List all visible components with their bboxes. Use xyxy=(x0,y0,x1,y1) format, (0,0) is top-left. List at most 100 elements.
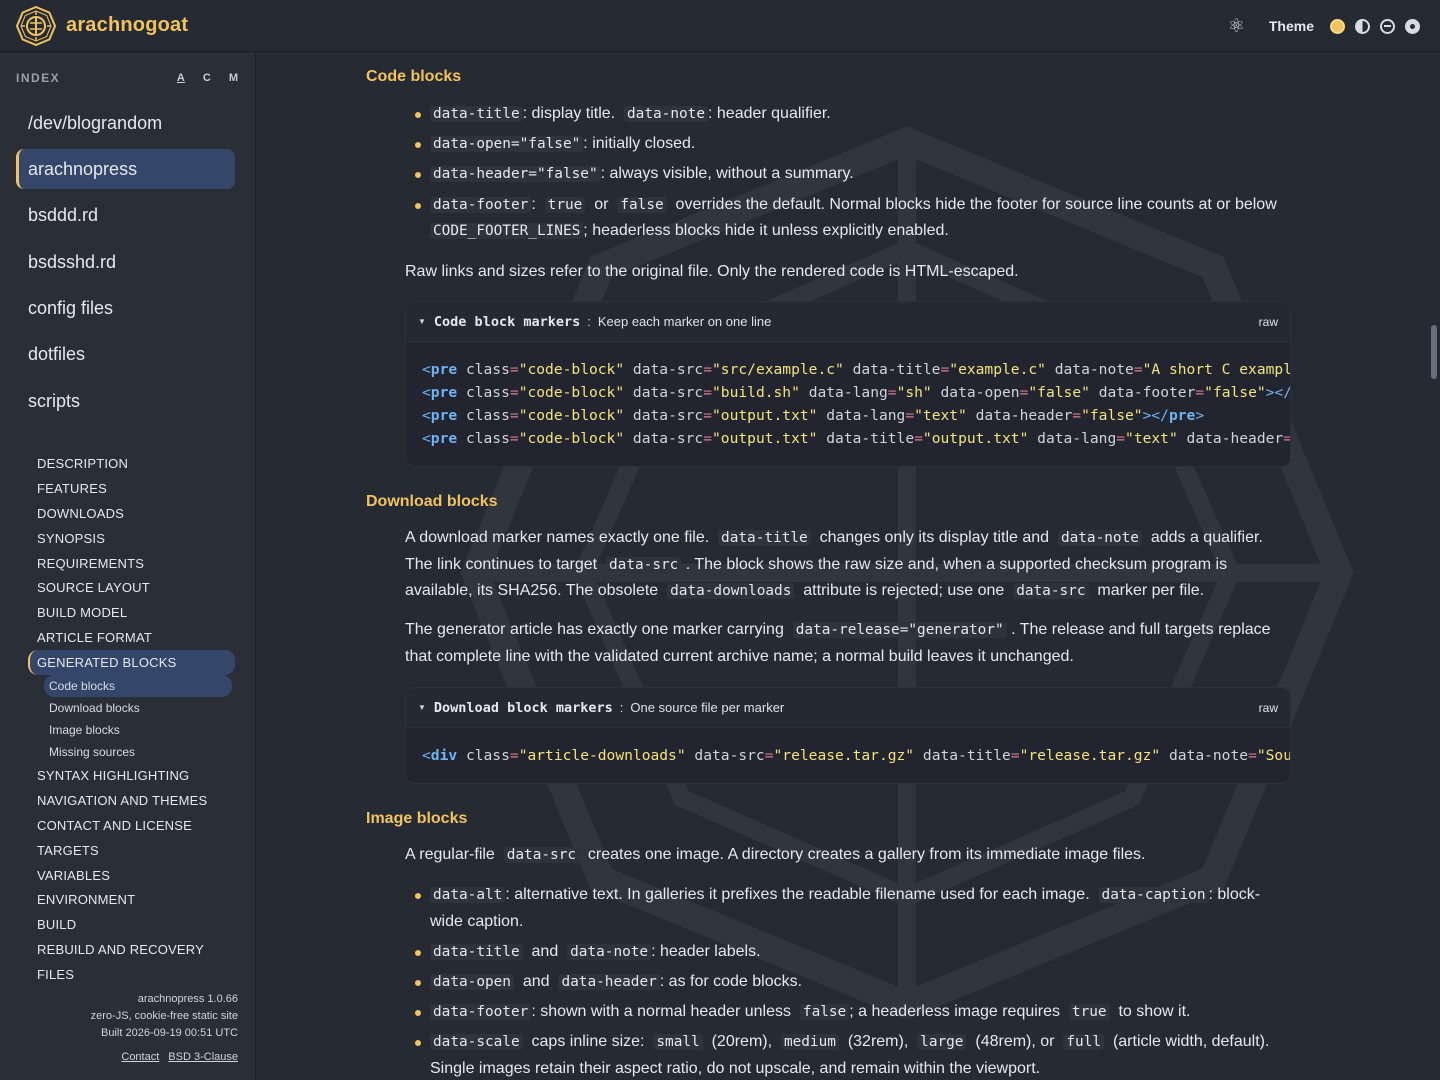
inline-code: small xyxy=(653,1034,703,1051)
footer-links: Contact BSD 3-Clause xyxy=(91,1049,238,1066)
toc-item[interactable]: VARIABLES xyxy=(28,863,235,888)
list-text: ; headerless blocks hide it unless expli… xyxy=(583,222,949,240)
sort-options: A C M xyxy=(177,72,238,84)
toc-item[interactable]: BUILD xyxy=(28,912,235,937)
toc-item[interactable]: ARTICLE FORMAT xyxy=(28,625,235,650)
list-text: : always visible, without a summary. xyxy=(600,165,854,183)
article-link-active[interactable]: arachnopress xyxy=(16,149,235,190)
toc-subsections: Code blocks Download blocks Image blocks… xyxy=(28,675,235,763)
download-blocks-paragraph-2: The generator article has exactly one ma… xyxy=(405,617,1291,670)
sort-created[interactable]: C xyxy=(203,72,211,84)
list-text: ; a headerless image requires xyxy=(849,1003,1061,1021)
collapse-triangle-icon[interactable]: ▼ xyxy=(418,317,426,326)
list-text: : xyxy=(531,195,536,213)
toc-subitem[interactable]: Image blocks xyxy=(44,719,235,741)
theme-gold-icon[interactable] xyxy=(1330,18,1345,34)
code-line: <pre class="code-block" data-src="output… xyxy=(422,407,1205,424)
list-text: (20rem), xyxy=(711,1033,773,1051)
list-text: Single images retain their aspect ratio,… xyxy=(430,1059,1041,1077)
text: attribute is rejected; use one xyxy=(803,582,1005,599)
sort-alpha[interactable]: A xyxy=(177,72,185,84)
raw-link[interactable]: raw xyxy=(1259,315,1278,329)
theme-contrast-icon[interactable] xyxy=(1355,18,1370,34)
arachnogoat-logo-icon[interactable] xyxy=(16,5,56,46)
text: . The block shows the raw size and, when… xyxy=(685,555,1228,573)
code-box-header[interactable]: ▼ Download block markers : One source fi… xyxy=(406,688,1290,728)
inline-code: data-scale xyxy=(430,1034,523,1051)
inline-code: data-footer xyxy=(430,196,532,213)
vertical-scrollbar[interactable] xyxy=(1426,53,1440,1080)
inline-code: data-note xyxy=(624,106,708,122)
inline-code: data-release="generator" xyxy=(792,622,1007,638)
text: creates one image. A directory creates a… xyxy=(587,846,1146,863)
article-link[interactable]: dotfiles xyxy=(16,335,235,375)
toc-item[interactable]: TARGETS xyxy=(28,838,235,863)
article-link[interactable]: config files xyxy=(16,289,235,329)
toc-item[interactable]: DOWNLOADS xyxy=(28,501,235,526)
article-link[interactable]: scripts xyxy=(16,381,235,421)
inline-code: data-downloads xyxy=(667,583,795,599)
toc-item[interactable]: BUILD MODEL xyxy=(28,600,235,625)
toc-item[interactable]: FILES xyxy=(28,962,235,987)
list-text: : shown with a normal header unless xyxy=(531,1003,792,1021)
section-heading-download-blocks: Download blocks xyxy=(366,493,498,510)
article-link[interactable]: bsddd.rd xyxy=(16,196,235,236)
scrollbar-thumb[interactable] xyxy=(1431,325,1437,379)
article-link[interactable]: /dev/blograndom xyxy=(16,103,235,143)
code-box-note: One source file per marker xyxy=(630,700,785,715)
text: marker per file. xyxy=(1097,582,1205,599)
license-link[interactable]: BSD 3-Clause xyxy=(168,1049,238,1066)
inline-code: data-src xyxy=(1013,583,1089,599)
list-text: : display title. xyxy=(522,105,616,122)
text: changes only its display title and xyxy=(819,529,1050,546)
article-link[interactable]: bsdsshd.rd xyxy=(16,242,235,282)
toc-subitem[interactable]: Download blocks xyxy=(44,697,235,719)
inline-code: large xyxy=(917,1034,967,1051)
atom-icon[interactable]: ⚛ xyxy=(1228,15,1245,38)
toc-subitem[interactable]: Missing sources xyxy=(44,741,235,763)
inline-code: data-open xyxy=(430,973,514,990)
inline-code: data-title xyxy=(430,943,523,960)
code-line: <pre class="code-block" data-src="build.… xyxy=(422,384,1290,401)
toc-item[interactable]: CONTACT AND LICENSE xyxy=(28,813,235,838)
inline-code: data-note xyxy=(1057,530,1142,546)
raw-link[interactable]: raw xyxy=(1259,701,1278,715)
text: that complete line with the validated cu… xyxy=(405,647,1074,665)
inline-code: data-header="false" xyxy=(430,166,601,183)
code-box-header[interactable]: ▼ Code block markers : Keep each marker … xyxy=(406,302,1290,342)
code-block-markers-box: ▼ Code block markers : Keep each marker … xyxy=(405,301,1291,467)
code-box-separator: : xyxy=(619,700,624,715)
article-list: /dev/blograndom arachnopress bsddd.rd bs… xyxy=(16,103,235,428)
list-item: data-alt: alternative text. In galleries… xyxy=(405,882,1330,935)
toc-item[interactable]: SYNOPSIS xyxy=(28,526,235,551)
theme-mask-icon[interactable] xyxy=(1380,18,1395,34)
toc-item[interactable]: SOURCE LAYOUT xyxy=(28,575,235,600)
toc-item[interactable]: FEATURES xyxy=(28,476,235,501)
toc-item[interactable]: REBUILD AND RECOVERY xyxy=(28,937,235,962)
inline-code: data-title xyxy=(430,106,523,122)
sort-modified[interactable]: M xyxy=(229,72,238,84)
collapse-triangle-icon[interactable]: ▼ xyxy=(418,703,426,712)
inline-code: false xyxy=(799,1004,850,1021)
list-text: or xyxy=(594,195,609,213)
code-box-separator: : xyxy=(587,314,591,329)
contact-link[interactable]: Contact xyxy=(121,1049,159,1066)
code-line: <div class="article-downloads" data-src=… xyxy=(422,747,1290,764)
section-heading-code-blocks: Code blocks xyxy=(366,68,462,85)
brand-name[interactable]: arachnogoat xyxy=(66,14,188,37)
list-item: data-scale caps inline size: small (20re… xyxy=(405,1029,1330,1080)
code-blocks-attributes-list: data-title: display title. data-note: he… xyxy=(405,101,1330,248)
theme-dark-icon[interactable] xyxy=(1405,18,1420,34)
toc-subitem-active[interactable]: Code blocks xyxy=(44,675,232,698)
sidebar: INDEX A C M /dev/blograndom arachnopress… xyxy=(0,53,256,1080)
toc-item[interactable]: SYNTAX HIGHLIGHTING xyxy=(28,763,235,788)
toc-item[interactable]: ENVIRONMENT xyxy=(28,887,235,912)
toc-item[interactable]: REQUIREMENTS xyxy=(28,551,235,576)
code-box-body: <div class="article-downloads" data-src=… xyxy=(406,728,1290,783)
toc-item[interactable]: DESCRIPTION xyxy=(28,451,235,476)
toc-item-active[interactable]: GENERATED BLOCKS xyxy=(28,650,235,676)
inline-code: data-header xyxy=(558,973,660,990)
inline-code: data-src xyxy=(606,556,682,573)
toc-item[interactable]: NAVIGATION AND THEMES xyxy=(28,788,235,813)
inline-code: CODE_FOOTER_LINES xyxy=(430,223,584,240)
